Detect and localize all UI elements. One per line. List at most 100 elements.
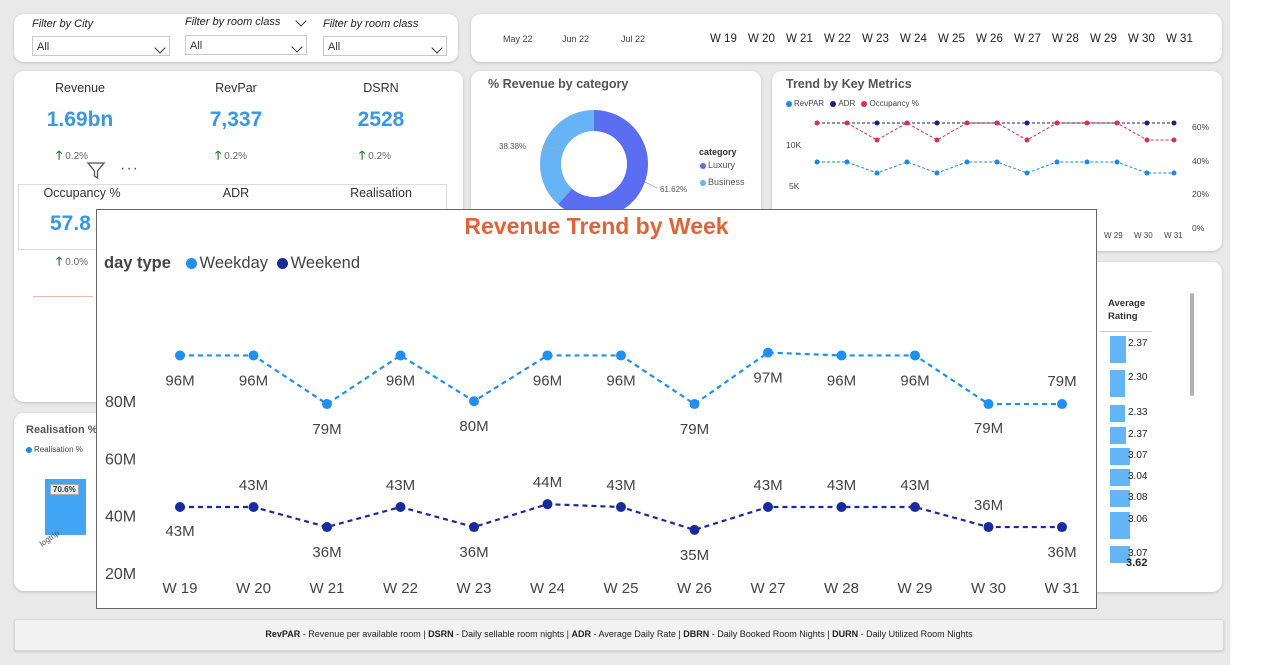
data-point-weekend[interactable] [175, 502, 185, 513]
timeline-week[interactable]: W 23 [862, 33, 889, 45]
metrics-glossary: RevPAR - Revenue per available room | DS… [14, 619, 1224, 651]
city-filter[interactable]: Filter by City All [32, 14, 170, 56]
donut-slice-business[interactable] [540, 110, 594, 205]
city-filter-label: Filter by City [32, 18, 94, 30]
data-point-weekend[interactable] [689, 524, 700, 535]
timeline-week[interactable]: W 26 [976, 33, 1003, 45]
kpi-occupancy-delta-text: 0.0% [65, 257, 89, 268]
timeline-week[interactable]: W 24 [900, 33, 927, 45]
trend-x-tick: W 29 [1104, 231, 1123, 240]
legend-adr: ADR [838, 99, 856, 108]
x-axis-tick: W 24 [530, 580, 565, 597]
timeline-month[interactable]: Jun 22 [562, 34, 589, 44]
timeline-month[interactable]: May 22 [503, 34, 533, 44]
table-row: 2.33 [1108, 405, 1154, 422]
data-point-weekday[interactable] [469, 396, 479, 407]
timeline-week[interactable]: W 25 [938, 33, 965, 45]
x-axis-tick: W 28 [824, 580, 859, 597]
data-point-weekday[interactable] [395, 350, 406, 361]
x-axis-tick: W 20 [236, 580, 271, 597]
data-point-weekday[interactable] [983, 399, 994, 410]
sparkline-line [33, 296, 93, 297]
room-class-filter-2-dropdown[interactable]: All [323, 36, 447, 56]
data-point-weekday[interactable] [836, 350, 847, 361]
glossary-text: - Average Daily Rate | [591, 629, 684, 639]
x-axis-tick: W 19 [162, 580, 197, 597]
y-axis-tick: 40M [105, 509, 136, 526]
timeline-week[interactable]: W 29 [1090, 33, 1117, 45]
kpi-revpar-delta-text: 0.2% [224, 151, 248, 162]
rating-value: 2.33 [1128, 407, 1148, 418]
data-point-weekend[interactable] [1057, 522, 1067, 533]
data-label-weekday: 96M [165, 372, 194, 389]
table-scrollbar[interactable] [1190, 293, 1194, 396]
realisation-legend: Realisation % [26, 445, 83, 454]
data-point-weekend[interactable] [763, 502, 773, 513]
room-class-filter-1-dropdown[interactable]: All [185, 35, 307, 55]
data-point-weekday[interactable] [175, 350, 185, 361]
donut-title: % Revenue by category [488, 77, 629, 91]
kpi-dsrn-delta-text: 0.2% [368, 151, 392, 162]
room-class-filter-2-value: All [328, 41, 341, 53]
kpi-revpar-title: RevPar [215, 81, 257, 95]
x-axis-tick: W 27 [750, 580, 785, 597]
rating-bar [1110, 336, 1126, 363]
timeline-week[interactable]: W 28 [1052, 33, 1079, 45]
data-label-weekday: 96M [239, 372, 268, 389]
data-point-weekend[interactable] [983, 522, 994, 533]
donut-label-business: 38.38% [499, 142, 527, 151]
data-point-weekday[interactable] [248, 350, 259, 361]
kpi-revpar-value: 7,337 [209, 108, 263, 131]
rating-bar [1110, 427, 1126, 444]
x-axis-tick: W 30 [971, 580, 1006, 597]
timeline-week[interactable]: W 30 [1128, 33, 1155, 45]
x-axis-tick: W 25 [603, 580, 638, 597]
timeline-week[interactable]: W 27 [1014, 33, 1041, 45]
data-point-weekend[interactable] [836, 502, 847, 513]
timeline-week[interactable]: W 22 [824, 33, 851, 45]
room-class-filter-1[interactable]: Filter by room class All [185, 14, 307, 55]
data-point-weekday[interactable] [616, 350, 626, 361]
glossary-text: - Revenue per available room | [300, 629, 429, 639]
table-header-rule [1100, 331, 1152, 332]
chevron-down-icon [431, 42, 443, 54]
arrow-up-icon: 🡑 [215, 148, 222, 162]
data-point-weekend[interactable] [910, 502, 920, 513]
data-label-weekday: 96M [827, 372, 856, 389]
data-point-weekday[interactable] [689, 399, 700, 410]
data-point-weekday[interactable] [910, 350, 920, 361]
data-point-weekday[interactable] [322, 399, 332, 410]
kpi-occupancy-delta: 🡑 0.0% [56, 252, 88, 273]
data-point-weekend[interactable] [616, 502, 626, 513]
glossary-text: - Daily sellable room nights | [453, 629, 572, 639]
data-label-weekday: 80M [459, 418, 488, 435]
data-label-weekday: 79M [312, 421, 341, 438]
city-filter-dropdown[interactable]: All [32, 36, 170, 56]
timeline-week[interactable]: W 21 [786, 33, 813, 45]
timeline-month[interactable]: Jul 22 [621, 34, 645, 44]
timeline-week[interactable]: W 31 [1166, 33, 1193, 45]
timeline-week[interactable]: W 20 [748, 33, 775, 45]
data-label-weekday: 96M [900, 372, 929, 389]
timeline-week[interactable]: W 19 [710, 33, 737, 45]
data-point-weekend[interactable] [322, 522, 332, 533]
glossary-term: RevPAR [265, 629, 301, 639]
data-point-weekday[interactable] [1057, 399, 1067, 410]
rating-bar [1110, 448, 1130, 465]
data-label-weekend: 43M [753, 477, 782, 494]
rating-value: 2.37 [1128, 338, 1148, 349]
data-point-weekend[interactable] [248, 502, 259, 513]
data-label-weekend: 36M [312, 544, 341, 561]
data-point-weekday[interactable] [763, 347, 773, 358]
glossary-text: - Daily Booked Room Nights | [709, 629, 833, 639]
data-point-weekday[interactable] [542, 350, 553, 361]
revenue-trend-focus-visual[interactable]: Revenue Trend by Week day type Weekday W… [96, 209, 1097, 609]
more-options-icon[interactable]: ··· [120, 160, 139, 178]
filter-icon[interactable] [86, 160, 106, 185]
data-point-weekend[interactable] [542, 499, 553, 510]
trend-y-right-tick: 0% [1192, 223, 1205, 233]
y-axis-tick: 80M [105, 394, 136, 411]
data-point-weekend[interactable] [395, 502, 406, 513]
data-point-weekend[interactable] [469, 522, 479, 533]
room-class-filter-2[interactable]: Filter by room class All [323, 14, 447, 56]
